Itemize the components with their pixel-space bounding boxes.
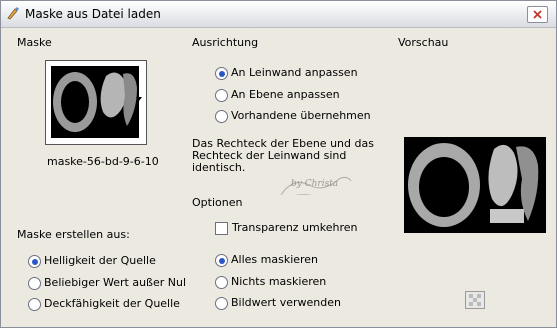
radio-image-value[interactable]: [215, 297, 228, 310]
radio-fit-layer[interactable]: [215, 89, 228, 102]
close-icon: [533, 10, 542, 19]
preview-refresh-button[interactable]: [465, 291, 485, 309]
checkerboard-icon: [469, 294, 481, 306]
preview-image: [404, 137, 546, 233]
title-bar: Maske aus Datei laden: [1, 1, 556, 28]
close-button[interactable]: [527, 6, 548, 23]
radio-opacity-label: Deckfähigkeit der Quelle: [44, 297, 180, 310]
radio-mask-all[interactable]: [215, 254, 228, 267]
window-title: Maske aus Datei laden: [25, 7, 161, 21]
radio-mask-all-label: Alles maskieren: [231, 253, 319, 266]
radio-mask-none-label: Nichts maskieren: [231, 275, 327, 288]
watermark-text: by Christa: [291, 179, 339, 189]
chevron-down-icon[interactable]: [136, 97, 142, 101]
radio-brightness-label: Helligkeit der Quelle: [44, 254, 156, 267]
mask-group-label: Maske: [17, 36, 52, 49]
mask-dialog: Maske aus Datei laden Maske maske-56-bd-…: [0, 0, 557, 328]
preview-label: Vorschau: [398, 36, 449, 49]
alignment-description-line3: identisch.: [192, 161, 246, 174]
radio-fit-canvas-label: An Leinwand anpassen: [231, 66, 358, 79]
alignment-label: Ausrichtung: [192, 36, 259, 49]
radio-keep-existing-label: Vorhandene übernehmen: [231, 109, 371, 122]
radio-fit-canvas[interactable]: [215, 67, 228, 80]
radio-any-nonzero[interactable]: [28, 277, 41, 290]
radio-fit-layer-label: An Ebene anpassen: [231, 88, 340, 101]
options-label: Optionen: [192, 196, 243, 209]
radio-opacity[interactable]: [28, 298, 41, 311]
radio-image-value-label: Bildwert verwenden: [231, 296, 341, 309]
radio-mask-none[interactable]: [215, 276, 228, 289]
invert-transparency-checkbox[interactable]: [215, 222, 228, 235]
invert-transparency-label: Transparenz umkehren: [232, 221, 358, 234]
radio-any-nonzero-label: Beliebiger Wert außer Null: [44, 276, 190, 289]
mask-selector[interactable]: [45, 60, 147, 145]
mask-thumbnail: [51, 66, 139, 138]
radio-brightness[interactable]: [28, 255, 41, 268]
mask-name: maske-56-bd-9-6-10: [47, 155, 159, 168]
create-from-label: Maske erstellen aus:: [17, 228, 130, 241]
paint-brush-icon: [7, 7, 19, 20]
radio-keep-existing[interactable]: [215, 110, 228, 123]
